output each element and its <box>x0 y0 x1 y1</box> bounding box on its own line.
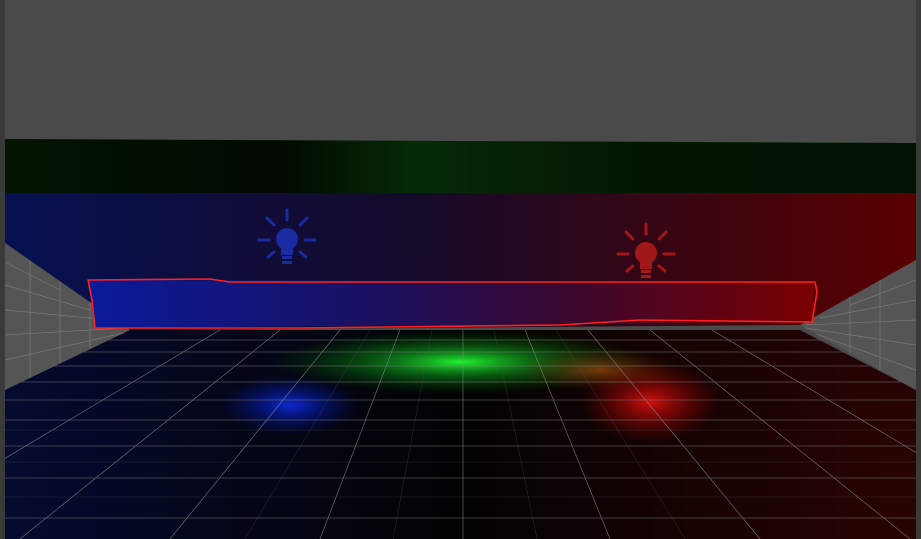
viewport-frame-left <box>0 0 5 539</box>
viewport-frame-right <box>916 0 921 539</box>
3d-viewport[interactable] <box>0 0 921 539</box>
floor <box>5 330 916 539</box>
selected-box[interactable] <box>87 278 818 329</box>
top-band <box>5 139 916 193</box>
scene-canvas[interactable] <box>0 0 921 539</box>
